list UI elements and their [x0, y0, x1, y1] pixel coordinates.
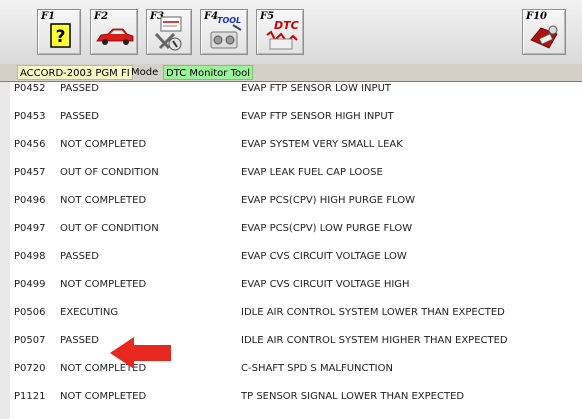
- dtc-description: EVAP LEAK FUEL CAP LOOSE: [241, 167, 383, 178]
- dtc-status: NOT COMPLETED: [60, 391, 147, 402]
- f5-dtc-button[interactable]: F5 DTC: [256, 9, 304, 55]
- dtc-description: EVAP FTP SENSOR HIGH INPUT: [241, 111, 394, 122]
- dtc-description: EVAP CVS CIRCUIT VOLTAGE HIGH: [241, 279, 410, 290]
- dtc-description: IDLE AIR CONTROL SYSTEM LOWER THAN EXPEC…: [241, 307, 505, 318]
- dtc-code: P0498: [14, 251, 46, 262]
- system-name: PGM FI: [95, 68, 130, 79]
- f10-exit-button[interactable]: F10: [522, 9, 566, 55]
- dtc-status: PASSED: [60, 335, 99, 346]
- dtc-description: C-SHAFT SPD S MALFUNCTION: [241, 363, 393, 374]
- model-name: ACCORD-2003: [20, 68, 93, 79]
- status-bar: ACCORD-2003 PGM FI Mode DTC Monitor Tool: [0, 64, 582, 82]
- table-row[interactable]: P0457 OUT OF CONDITION EVAP LEAK FUEL CA…: [10, 159, 582, 187]
- f1-help-button[interactable]: F1 ?: [37, 9, 81, 55]
- table-row[interactable]: P0507 PASSED IDLE AIR CONTROL SYSTEM HIG…: [10, 327, 582, 355]
- dtc-code: P0456: [14, 139, 46, 150]
- mode-value: DTC Monitor Tool: [163, 65, 253, 80]
- help-question-icon: ?: [50, 23, 71, 48]
- f4-tool-button[interactable]: F4 TOOL: [200, 9, 248, 55]
- table-row[interactable]: P1121 NOT COMPLETED TP SENSOR SIGNAL LOW…: [10, 383, 582, 411]
- dtc-icon: [266, 30, 298, 50]
- dtc-status: NOT COMPLETED: [60, 195, 147, 206]
- table-row[interactable]: P0720 NOT COMPLETED C-SHAFT SPD S MALFUN…: [10, 355, 582, 383]
- dtc-code: P0499: [14, 279, 46, 290]
- table-row[interactable]: P0496 NOT COMPLETED EVAP PCS(CPV) HIGH P…: [10, 187, 582, 215]
- dtc-description: EVAP PCS(CPV) HIGH PURGE FLOW: [241, 195, 415, 206]
- dtc-code: P0457: [14, 167, 46, 178]
- table-row[interactable]: P0497 OUT OF CONDITION EVAP PCS(CPV) LOW…: [10, 215, 582, 243]
- red-pointer-arrow-icon: [110, 337, 171, 369]
- dtc-description: IDLE AIR CONTROL SYSTEM HIGHER THAN EXPE…: [241, 335, 508, 346]
- red-car-icon: [96, 28, 134, 45]
- function-key-toolbar: F1 ? F2 F3 F4 TOOL F5 DTC F10: [0, 0, 582, 65]
- dtc-status: PASSED: [60, 251, 99, 262]
- table-row[interactable]: P0456 NOT COMPLETED EVAP SYSTEM VERY SMA…: [10, 131, 582, 159]
- dtc-description: EVAP PCS(CPV) LOW PURGE FLOW: [241, 223, 413, 234]
- dtc-status: PASSED: [60, 111, 99, 122]
- exit-icon: [530, 25, 558, 49]
- table-row[interactable]: P0499 NOT COMPLETED EVAP CVS CIRCUIT VOL…: [10, 271, 582, 299]
- svg-text:?: ?: [56, 27, 66, 47]
- dtc-description: EVAP CVS CIRCUIT VOLTAGE LOW: [241, 251, 407, 262]
- dtc-code: P0720: [14, 363, 46, 374]
- dtc-code: P0506: [14, 307, 46, 318]
- dtc-description: EVAP FTP SENSOR LOW INPUT: [241, 83, 391, 94]
- dtc-code: P0496: [14, 195, 46, 206]
- dtc-status: PASSED: [60, 83, 99, 94]
- dtc-status: OUT OF CONDITION: [60, 223, 159, 234]
- dtc-status: EXECUTING: [60, 307, 119, 318]
- table-row[interactable]: P0452 PASSED EVAP FTP SENSOR LOW INPUT: [10, 82, 582, 103]
- tool-icon: [210, 24, 242, 49]
- f2-vehicle-button[interactable]: F2: [90, 9, 138, 55]
- dtc-code: P0452: [14, 83, 46, 94]
- dtc-monitor-list: P0452 PASSED EVAP FTP SENSOR LOW INPUT P…: [0, 82, 582, 419]
- dtc-code: P1121: [14, 391, 46, 402]
- data-icon: [154, 16, 182, 51]
- dtc-code: P0507: [14, 335, 46, 346]
- table-row[interactable]: P0506 EXECUTING IDLE AIR CONTROL SYSTEM …: [10, 299, 582, 327]
- table-row[interactable]: P0453 PASSED EVAP FTP SENSOR HIGH INPUT: [10, 103, 582, 131]
- dtc-code: P0453: [14, 111, 46, 122]
- dtc-status: OUT OF CONDITION: [60, 167, 159, 178]
- dtc-code: P0497: [14, 223, 46, 234]
- dtc-status: NOT COMPLETED: [60, 139, 147, 150]
- vehicle-model: ACCORD-2003 PGM FI: [17, 65, 133, 80]
- table-row[interactable]: P0498 PASSED EVAP CVS CIRCUIT VOLTAGE LO…: [10, 243, 582, 271]
- dtc-description: TP SENSOR SIGNAL LOWER THAN EXPECTED: [241, 391, 465, 402]
- f3-data-button[interactable]: F3: [146, 9, 192, 55]
- dtc-status: NOT COMPLETED: [60, 279, 147, 290]
- mode-label: Mode: [131, 67, 159, 78]
- dtc-description: EVAP SYSTEM VERY SMALL LEAK: [241, 139, 403, 150]
